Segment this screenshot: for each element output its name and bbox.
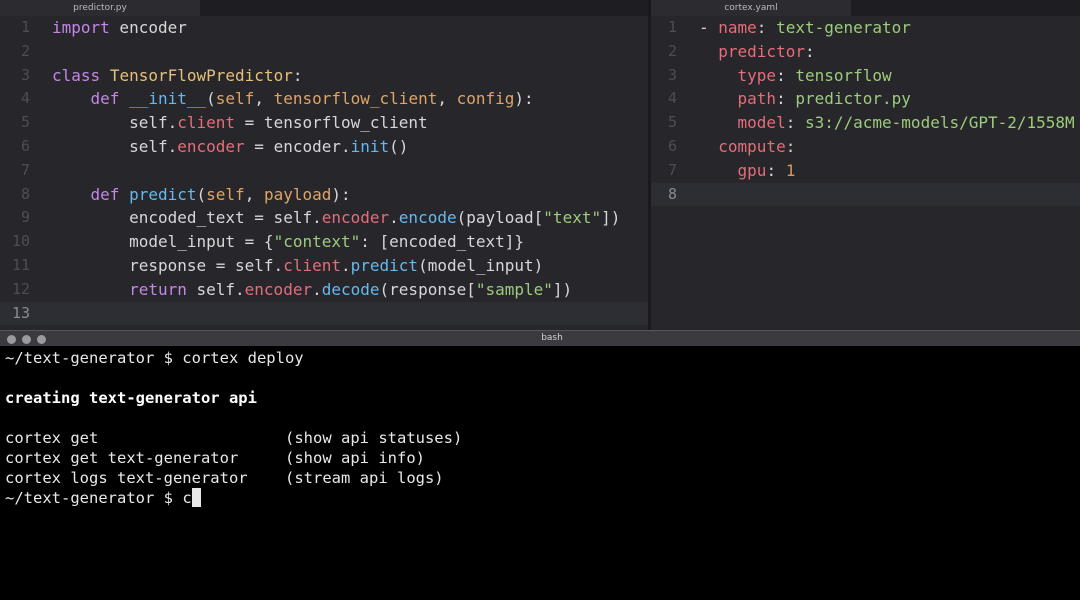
code-text: class TensorFlowPredictor: <box>52 65 303 85</box>
code-line: 3 class TensorFlowPredictor: <box>0 64 648 88</box>
code-text: compute: <box>718 136 796 156</box>
line-number: 7 <box>667 160 677 179</box>
code-line: 7 <box>0 159 648 183</box>
line-number: 2 <box>667 41 677 60</box>
code-line: 9 encoded_text = self.encoder.encode(pay… <box>0 206 648 230</box>
terminal-table-row: cortex logs text-generator (stream api lo… <box>5 468 705 488</box>
line-number: 13 <box>11 303 30 322</box>
line-number: 3 <box>667 65 677 84</box>
code-text: model: s3://acme-models/GPT-2/1558M <box>737 113 1075 133</box>
terminal-typed-input[interactable]: c <box>182 489 191 507</box>
code-text: def predict(self, payload): <box>90 184 351 204</box>
code-line-active[interactable]: 8 <box>651 182 1080 207</box>
code-text: return self.encoder.decode(response["sam… <box>129 279 573 299</box>
terminal-command: cortex logs text-generator <box>5 469 248 487</box>
terminal-description: (show api info) <box>285 449 425 467</box>
line-number: 4 <box>667 89 677 108</box>
line-number: 5 <box>20 113 30 132</box>
code-line: 5 self.client = tensorflow_client <box>0 111 648 135</box>
terminal-command: cortex get text-generator <box>5 449 239 467</box>
code-line: 1 - name: text-generator <box>651 16 1080 40</box>
cortex-yaml-editor-pane[interactable]: cortex.yaml 1 - name: text-generator 2 pr… <box>651 0 1080 330</box>
yaml-key: type <box>737 65 777 85</box>
line-number: 4 <box>20 89 30 108</box>
code-text: response = self.client.predict(model_inp… <box>52 255 544 275</box>
predictor-editor-pane[interactable]: predictor.py 1 import encoder 2 3 class Te… <box>0 0 648 330</box>
code-line: 3 type: tensorflow <box>651 64 1080 88</box>
yaml-value: 1 <box>785 160 796 180</box>
yaml-value: s3://acme-models/GPT-2/1558M <box>804 113 1075 133</box>
code-line: 7 gpu: 1 <box>651 159 1080 183</box>
yaml-key: path <box>737 89 777 109</box>
code-text: gpu: 1 <box>737 160 796 180</box>
terminal-table-row: cortex get (show api statuses) <box>5 428 705 448</box>
line-number: 5 <box>667 113 677 132</box>
line-number: 7 <box>20 160 30 179</box>
tab-predictor-py[interactable]: predictor.py <box>0 0 200 16</box>
yaml-value: tensorflow <box>795 65 892 85</box>
line-number: 1 <box>20 18 30 36</box>
code-text: def __init__(self, tensorflow_client, co… <box>90 89 534 109</box>
code-text: - name: text-generator <box>699 18 911 37</box>
line-number: 8 <box>20 184 30 203</box>
terminal-prompt: ~/text-generator $ <box>5 489 183 507</box>
terminal-line: ~/text-generator $ cortex deploy <box>5 349 304 367</box>
terminal-line-bold: creating text-generator api <box>5 389 257 407</box>
line-number: 6 <box>20 136 30 155</box>
code-text: model_input = {"context": [encoded_text]… <box>52 232 525 252</box>
code-line: 2 <box>0 40 648 64</box>
right-tab-bar: cortex.yaml <box>651 0 1080 16</box>
predictor-code: 1 import encoder 2 3 class TensorFlowPredi… <box>0 16 648 326</box>
yaml-key: compute <box>718 136 786 156</box>
line-number: 8 <box>667 184 677 203</box>
code-line: 6 self.encoder = encoder.init() <box>0 135 648 159</box>
line-number: 3 <box>20 65 30 84</box>
line-number: 12 <box>11 279 30 298</box>
line-number: 1 <box>667 18 677 36</box>
code-line-active[interactable]: 13 <box>0 301 648 326</box>
code-line: 11 response = self.client.predict(model_… <box>0 254 648 278</box>
yaml-value: predictor.py <box>795 89 911 109</box>
line-number: 11 <box>11 255 30 274</box>
terminal-description: (show api statuses) <box>285 429 463 447</box>
terminal-command: cortex get <box>5 429 99 447</box>
terminal-title-bar[interactable]: bash <box>0 330 1080 346</box>
line-number: 2 <box>20 41 30 60</box>
code-text: type: tensorflow <box>737 65 892 85</box>
code-line: 12 return self.encoder.decode(response["… <box>0 278 648 302</box>
line-number: 10 <box>11 232 30 251</box>
yaml-key: name <box>718 18 757 37</box>
yaml-key: gpu <box>737 160 767 180</box>
yaml-code: 1 - name: text-generator 2 predictor: 3 t… <box>651 16 1080 207</box>
code-line: 4 def __init__(self, tensorflow_client, … <box>0 87 648 111</box>
yaml-value: text-generator <box>776 18 911 37</box>
code-text: self.client = tensorflow_client <box>52 113 428 133</box>
code-line: 8 def predict(self, payload): <box>0 183 648 207</box>
tab-cortex-yaml[interactable]: cortex.yaml <box>651 0 851 16</box>
left-tab-bar: predictor.py <box>0 0 648 16</box>
terminal-cursor <box>191 488 201 507</box>
code-line: 10 model_input = {"context": [encoded_te… <box>0 230 648 254</box>
terminal-body[interactable]: ~/text-generator $ cortex deploy creatin… <box>0 346 1080 600</box>
code-text: encoded_text = self.encoder.encode(paylo… <box>52 208 621 228</box>
yaml-key: model <box>737 113 786 133</box>
line-number: 6 <box>667 136 677 155</box>
code-line: 6 compute: <box>651 135 1080 159</box>
code-text: predictor: <box>718 41 815 61</box>
terminal-prompt-line[interactable]: ~/text-generator $ c <box>5 488 201 508</box>
yaml-key: predictor <box>718 41 805 61</box>
code-line: 1 import encoder <box>0 16 648 40</box>
code-line: 2 predictor: <box>651 40 1080 64</box>
code-text: import encoder <box>52 18 187 37</box>
terminal-table-row: cortex get text-generator (show api info) <box>5 448 705 468</box>
terminal-title: bash <box>541 333 563 343</box>
code-line: 4 path: predictor.py <box>651 87 1080 111</box>
code-text: self.encoder = encoder.init() <box>52 136 409 156</box>
line-number: 9 <box>20 208 30 227</box>
editor-area: predictor.py 1 import encoder 2 3 class Te… <box>0 0 1080 330</box>
terminal-description: (stream api logs) <box>285 469 444 487</box>
code-text: path: predictor.py <box>737 89 911 109</box>
code-line: 5 model: s3://acme-models/GPT-2/1558M <box>651 111 1080 135</box>
screen: predictor.py 1 import encoder 2 3 class Te… <box>0 0 1080 600</box>
